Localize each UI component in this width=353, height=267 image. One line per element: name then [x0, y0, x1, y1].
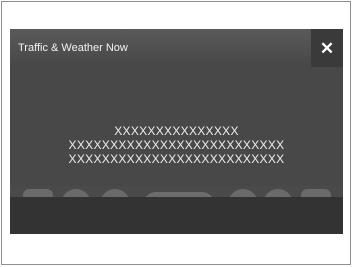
window-title: Traffic & Weather Now — [18, 42, 128, 54]
close-button[interactable]: ✕ — [311, 29, 343, 67]
content-area: XXXXXXXXXXXXXXX XXXXXXXXXXXXXXXXXXXXXXXX… — [10, 67, 343, 219]
close-icon: ✕ — [319, 38, 335, 58]
player-screen: Traffic & Weather Now ✕ XXXXXXXXXXXXXXX … — [10, 29, 343, 234]
message-line-2: XXXXXXXXXXXXXXXXXXXXXXXXXX — [68, 138, 285, 152]
title-bar: Traffic & Weather Now ✕ — [10, 29, 343, 67]
footer-bar — [10, 197, 343, 234]
message-line-3: XXXXXXXXXXXXXXXXXXXXXXXXXX — [68, 152, 285, 166]
message-line-1: XXXXXXXXXXXXXXX — [114, 124, 239, 138]
